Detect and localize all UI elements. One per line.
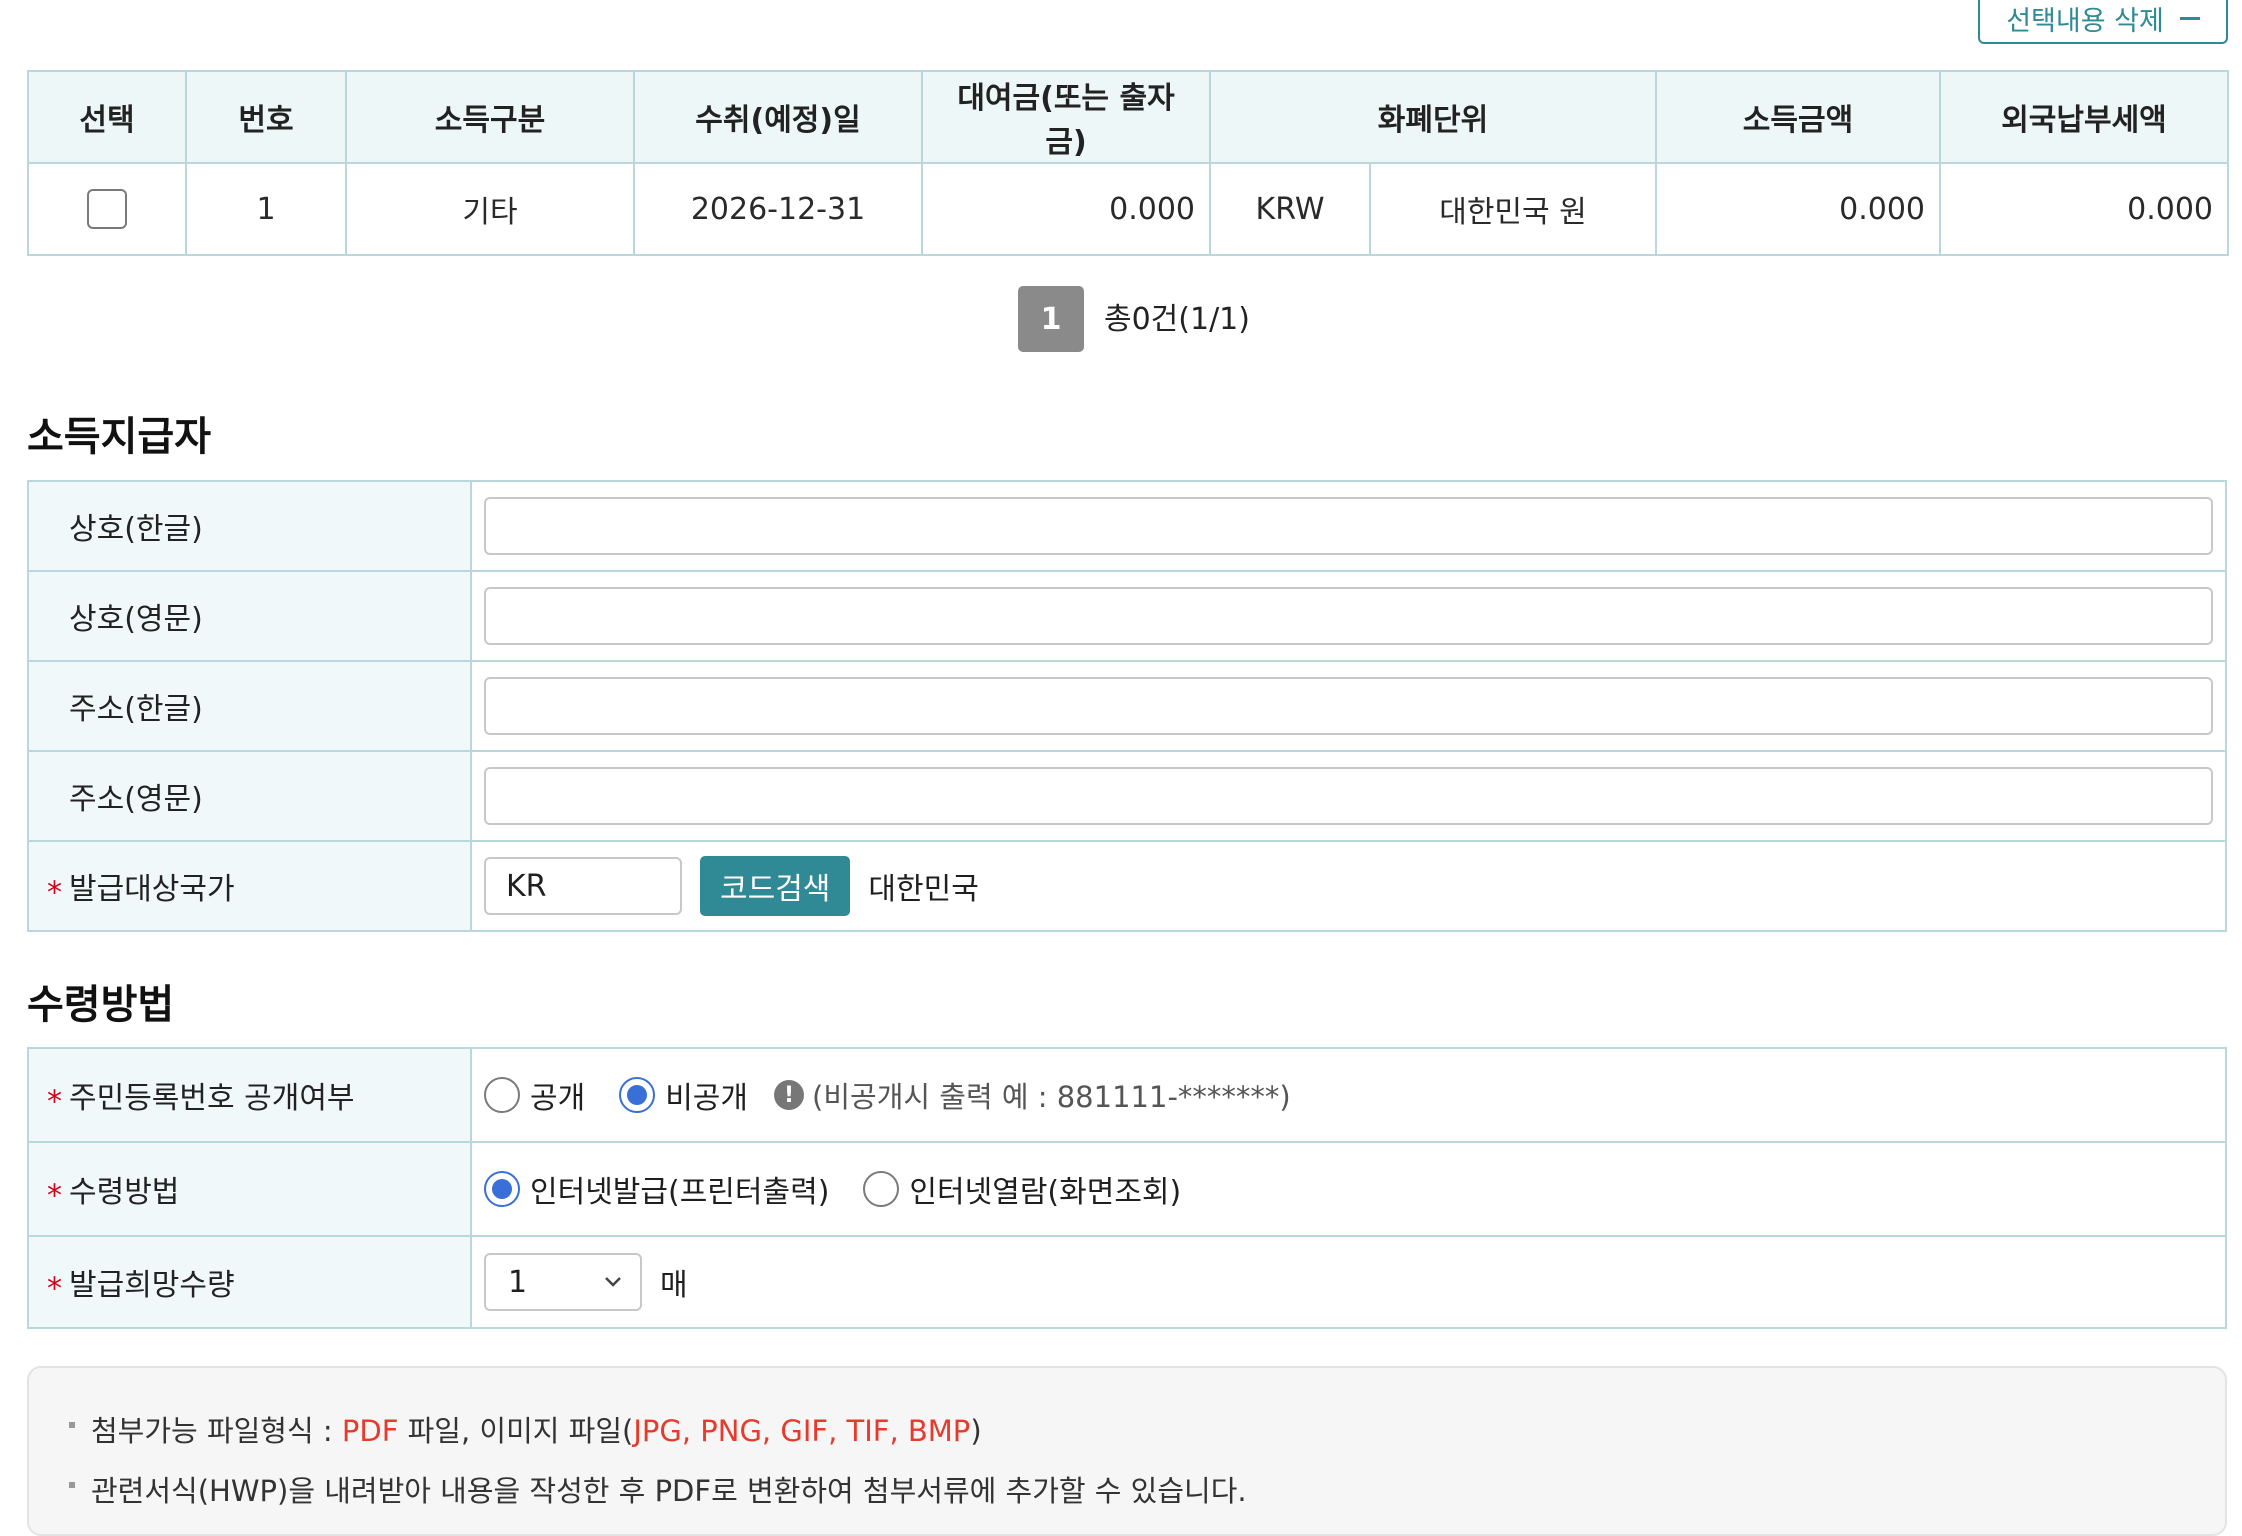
payer-section-title: 소득지급자 xyxy=(27,414,211,460)
rrn-hint: ! (비공개시 출력 예 : 881111-*******) xyxy=(774,1074,1291,1116)
notice-file-types-suffix: ) xyxy=(970,1414,982,1448)
addr-kr-label: 주소(한글) xyxy=(27,660,472,752)
col-header-currency: 화폐단위 xyxy=(1209,70,1657,164)
receipt-section-title: 수령방법 xyxy=(27,982,175,1028)
rrn-public-label: 공개 xyxy=(530,1081,586,1116)
internet-view-radio[interactable] xyxy=(863,1171,900,1207)
delete-selected-button[interactable]: 선택내용 삭제 xyxy=(1978,0,2228,44)
country-code-input[interactable]: KR xyxy=(484,857,682,915)
quantity-value: 1 xyxy=(508,1264,528,1300)
page-1-button[interactable]: 1 xyxy=(1018,286,1084,352)
rrn-private-label: 비공개 xyxy=(665,1081,749,1116)
quantity-label: 발급희망수량 xyxy=(27,1235,472,1329)
internet-issue-option[interactable]: 인터넷발급(프린터출력) xyxy=(484,1167,829,1211)
exclamation-icon: ! xyxy=(774,1080,805,1110)
row-loan: 0.000 xyxy=(921,162,1211,256)
name-en-input[interactable] xyxy=(484,587,2213,645)
row-currency-name: 대한민국 원 xyxy=(1369,162,1657,256)
row-number: 1 xyxy=(185,162,347,256)
rrn-public-radio[interactable] xyxy=(484,1077,520,1113)
row-currency-code: KRW xyxy=(1209,162,1371,256)
col-header-foreign-tax: 외국납부세액 xyxy=(1939,70,2229,164)
row-income-type: 기타 xyxy=(345,162,635,256)
internet-issue-radio[interactable] xyxy=(484,1171,520,1207)
notice-file-types-mid: 파일, 이미지 파일( xyxy=(398,1414,634,1448)
rrn-public-option[interactable]: 공개 xyxy=(484,1073,585,1117)
name-en-label: 상호(영문) xyxy=(27,570,472,662)
minus-icon xyxy=(2179,16,2200,20)
addr-en-input[interactable] xyxy=(484,767,2213,825)
country-name: 대한민국 xyxy=(868,872,979,907)
internet-issue-label: 인터넷발급(프린터출력) xyxy=(530,1175,830,1210)
col-header-loan: 대여금(또는 출자금) xyxy=(921,70,1211,164)
notice-image-types-highlight: JPG, PNG, GIF, TIF, BMP xyxy=(633,1414,971,1448)
payer-form: 상호(한글) 상호(영문) 주소(한글) 주소(영문) 발급대상국가 KR 코드… xyxy=(27,480,2227,932)
internet-view-option[interactable]: 인터넷열람(화면조회) xyxy=(863,1167,1181,1211)
receipt-method-label: 수령방법 xyxy=(27,1141,472,1237)
col-header-select: 선택 xyxy=(27,70,187,164)
quantity-select[interactable]: 1 xyxy=(484,1253,642,1311)
rrn-private-radio[interactable] xyxy=(619,1077,656,1113)
code-search-button[interactable]: 코드검색 xyxy=(700,856,851,916)
table-header-row: 선택 번호 소득구분 수취(예정)일 대여금(또는 출자금) 화폐단위 소득금액… xyxy=(27,70,2229,164)
total-count: 총0건(1/1) xyxy=(1104,302,1250,337)
row-income-amount: 0.000 xyxy=(1655,162,1941,256)
country-label: 발급대상국가 xyxy=(27,840,472,932)
table-row: 1 기타 2026-12-31 0.000 KRW 대한민국 원 0.000 0… xyxy=(27,162,2229,256)
country-row: KR 코드검색 대한민국 xyxy=(484,856,2213,916)
chevron-down-icon xyxy=(605,1277,621,1287)
name-kr-label: 상호(한글) xyxy=(27,480,472,572)
col-header-income-type: 소득구분 xyxy=(345,70,635,164)
row-checkbox[interactable] xyxy=(87,189,127,229)
col-header-date: 수취(예정)일 xyxy=(633,70,923,164)
row-foreign-tax: 0.000 xyxy=(1939,162,2229,256)
rrn-private-option[interactable]: 비공개 xyxy=(619,1073,748,1117)
rrn-disclosure-label: 주민등록번호 공개여부 xyxy=(27,1047,472,1143)
internet-view-label: 인터넷열람(화면조회) xyxy=(909,1175,1182,1210)
name-kr-input[interactable] xyxy=(484,497,2213,555)
receipt-method-options: 인터넷발급(프린터출력) 인터넷열람(화면조회) xyxy=(484,1167,2213,1211)
col-header-income-amount: 소득금액 xyxy=(1655,70,1941,164)
rrn-hint-text: (비공개시 출력 예 : 881111-*******) xyxy=(812,1080,1291,1114)
rrn-disclosure-options: 공개 비공개 ! (비공개시 출력 예 : 881111-*******) xyxy=(484,1073,2213,1117)
quantity-unit: 매 xyxy=(660,1268,688,1303)
row-select-cell xyxy=(27,162,187,256)
quantity-row: 1 매 xyxy=(484,1253,2213,1311)
receipt-form: 주민등록번호 공개여부 공개 비공개 ! (비공개시 출력 예 : 881111… xyxy=(27,1047,2227,1329)
income-table: 선택 번호 소득구분 수취(예정)일 대여금(또는 출자금) 화폐단위 소득금액… xyxy=(27,70,2229,256)
row-date: 2026-12-31 xyxy=(633,162,923,256)
addr-en-label: 주소(영문) xyxy=(27,750,472,842)
col-header-number: 번호 xyxy=(185,70,347,164)
attachment-notice: 첨부가능 파일형식 : PDF 파일, 이미지 파일(JPG, PNG, GIF… xyxy=(27,1366,2227,1536)
notice-file-types-prefix: 첨부가능 파일형식 : xyxy=(91,1414,342,1448)
addr-kr-input[interactable] xyxy=(484,677,2213,735)
delete-selected-label: 선택내용 삭제 xyxy=(2006,5,2164,37)
notice-hwp-guide: 관련서식(HWP)을 내려받아 내용을 작성한 후 PDF로 변환하여 첨부서류… xyxy=(69,1468,2185,1510)
notice-file-types: 첨부가능 파일형식 : PDF 파일, 이미지 파일(JPG, PNG, GIF… xyxy=(69,1408,2185,1450)
notice-pdf-highlight: PDF xyxy=(341,1414,399,1448)
